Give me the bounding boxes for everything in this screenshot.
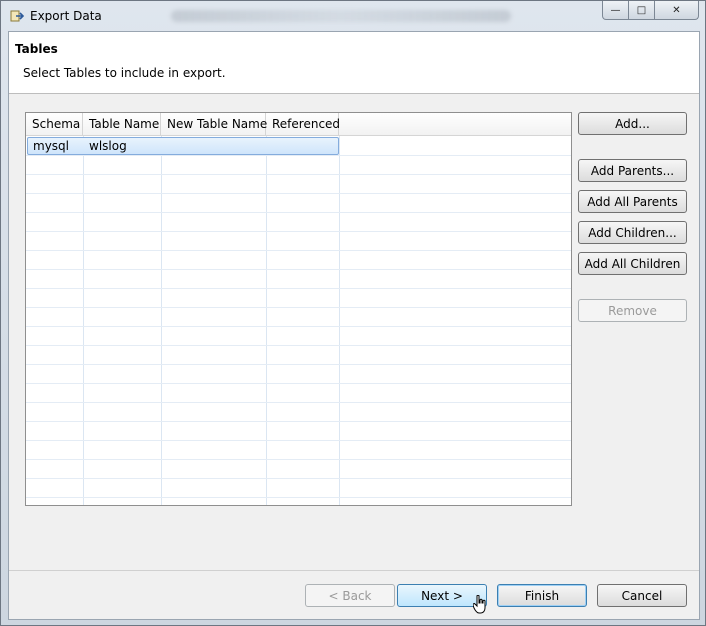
grid-row-line (26, 155, 571, 156)
grid-row-line (26, 459, 571, 460)
grid-column-line (266, 136, 267, 505)
minimize-button[interactable]: — (602, 1, 629, 20)
add-all-children-button[interactable]: Add All Children (578, 252, 687, 275)
table-header: Schema Table Name New Table Name Referen… (26, 113, 571, 136)
back-button[interactable]: < Back (305, 584, 395, 607)
page-title: Tables (15, 42, 58, 56)
grid-row-line (26, 383, 571, 384)
grid-row-line (26, 174, 571, 175)
cell-table-name: wlslog (89, 139, 127, 153)
tables-table[interactable]: Schema Table Name New Table Name Referen… (25, 112, 572, 506)
mouse-cursor-icon (473, 595, 486, 614)
grid-row-line (26, 231, 571, 232)
finish-button[interactable]: Finish (497, 584, 587, 607)
blurred-host-name (171, 10, 511, 22)
grid-column-line (83, 136, 84, 505)
grid-row-line (26, 345, 571, 346)
footer-divider (9, 570, 699, 571)
grid-row-line (26, 497, 571, 498)
grid-row-line (26, 421, 571, 422)
title-bar[interactable]: Export Data — □ ✕ (1, 1, 705, 31)
minimize-icon: — (610, 4, 621, 16)
grid-row-line (26, 212, 571, 213)
column-header-schema[interactable]: Schema (26, 113, 83, 136)
grid-row-line (26, 440, 571, 441)
maximize-button[interactable]: □ (629, 1, 655, 20)
grid-row-line (26, 307, 571, 308)
grid-row-line (26, 288, 571, 289)
export-app-icon (10, 10, 24, 22)
column-header-referenced[interactable]: Referenced (266, 113, 340, 136)
cell-schema: mysql (33, 139, 69, 153)
add-button[interactable]: Add... (578, 112, 687, 135)
grid-row-line (26, 250, 571, 251)
grid-row-line (26, 269, 571, 270)
grid-column-line (161, 136, 162, 505)
window-title: Export Data (30, 9, 102, 23)
grid-row-line (26, 402, 571, 403)
wizard-header: Tables Select Tables to include in expor… (9, 32, 699, 94)
remove-button[interactable]: Remove (578, 299, 687, 322)
window-controls: — □ ✕ (602, 1, 699, 21)
table-row[interactable] (27, 137, 339, 155)
grid-row-line (26, 326, 571, 327)
grid-column-line (339, 136, 340, 505)
page-description: Select Tables to include in export. (23, 66, 226, 80)
add-children-button[interactable]: Add Children... (578, 221, 687, 244)
grid-row-line (26, 364, 571, 365)
add-parents-button[interactable]: Add Parents... (578, 159, 687, 182)
add-all-parents-button[interactable]: Add All Parents (578, 190, 687, 213)
maximize-icon: □ (636, 4, 647, 16)
column-header-new-table-name[interactable]: New Table Name (161, 113, 267, 136)
export-data-window: Export Data — □ ✕ Tables Select Tables t… (0, 0, 706, 626)
column-header-table-name[interactable]: Table Name (83, 113, 161, 136)
close-button[interactable]: ✕ (655, 1, 699, 20)
grid-row-line (26, 478, 571, 479)
dialog-content: Tables Select Tables to include in expor… (8, 31, 700, 620)
grid-row-line (26, 193, 571, 194)
close-icon: ✕ (672, 4, 681, 16)
cancel-button[interactable]: Cancel (597, 584, 687, 607)
